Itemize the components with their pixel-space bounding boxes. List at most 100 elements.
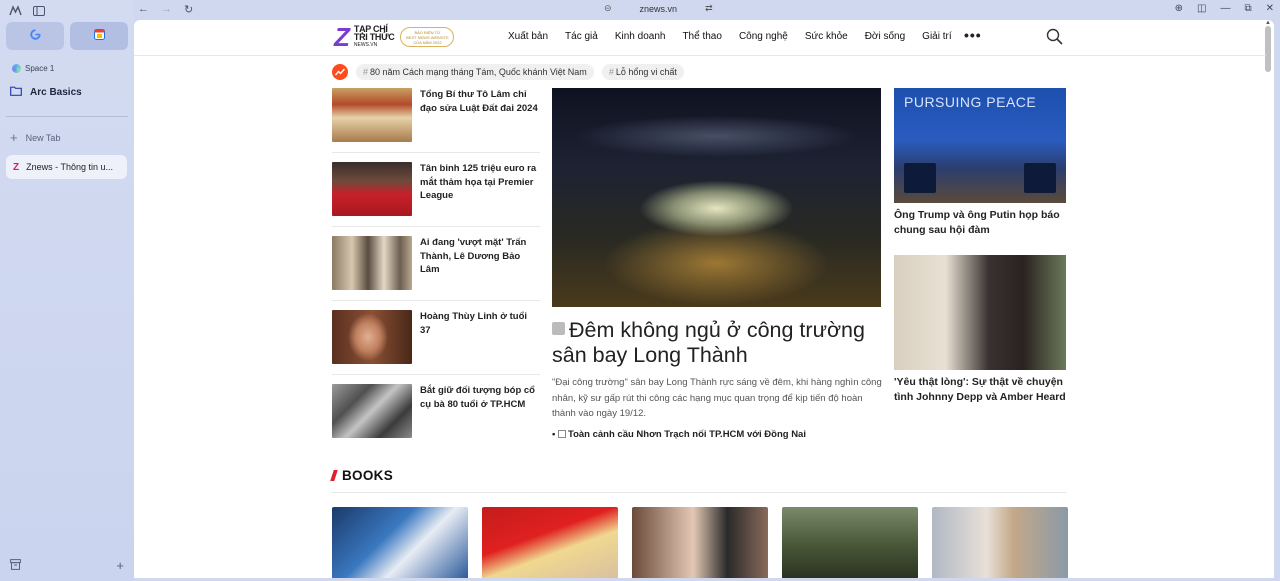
pinned-tab-google[interactable]: [6, 22, 64, 50]
folder-icon: [10, 86, 22, 99]
nav-item-cong-nghe[interactable]: Công nghệ: [739, 31, 788, 42]
list-item[interactable]: Tân binh 125 triệu euro ra mắt thảm họa …: [332, 162, 540, 232]
nav-item-kinh-doanh[interactable]: Kinh doanh: [615, 31, 666, 42]
article-thumbnail[interactable]: [332, 310, 412, 364]
book-card[interactable]: [932, 507, 1068, 578]
hero-description: "Đại công trường" sân bay Long Thành rực…: [552, 377, 882, 419]
reload-icon[interactable]: ↻: [184, 3, 193, 16]
list-item[interactable]: Tổng Bí thư Tô Lâm chỉ đạo sửa Luật Đất …: [332, 88, 540, 158]
list-item[interactable]: Hoàng Thùy Linh ở tuổi 37: [332, 310, 540, 380]
tag-cach-mang[interactable]: #80 năm Cách mạng tháng Tám, Quốc khánh …: [356, 64, 594, 80]
books-carousel: [332, 507, 1068, 578]
minimize-icon[interactable]: —: [1220, 3, 1230, 14]
browser-toolbar: ← → ↻ ⊝ znews.vn ⇄ ⊕ ◫ — ⧉ ✕: [134, 0, 1280, 20]
nav-item-xuat-ban[interactable]: Xuất bản: [508, 31, 548, 42]
hash-icon: #: [608, 67, 614, 77]
window-controls: ⊕ ◫ — ⧉ ✕: [1175, 3, 1274, 14]
divider: [332, 374, 540, 375]
hero-title[interactable]: Đêm không ngủ ở công trường sân bay Long…: [552, 318, 882, 368]
hero-title-text[interactable]: Đêm không ngủ ở công trường sân bay Long…: [552, 318, 865, 367]
article-title[interactable]: Ông Trump và ông Putin họp báo chung sau…: [894, 208, 1066, 238]
site-controls-icon[interactable]: ⇄: [705, 3, 713, 14]
article-title[interactable]: Ai đang 'vượt mặt' Trấn Thành, Lê Dương …: [420, 236, 540, 306]
znews-logo[interactable]: Z TẠP CHÍ TRI THỨC NEWS.VN BÁO ĐIỆN TỬ B…: [334, 24, 455, 50]
tab-title: Znews - Thông tin u...: [26, 162, 113, 172]
back-arrow-icon[interactable]: ←: [138, 3, 149, 16]
url-bar[interactable]: ⊝ znews.vn ⇄: [604, 3, 713, 14]
nav-item-suc-khoe[interactable]: Sức khỏe: [805, 31, 848, 42]
book-card[interactable]: [332, 507, 468, 578]
nav-item-doi-song[interactable]: Đời sống: [865, 31, 905, 42]
nav-item-the-thao[interactable]: Thể thao: [682, 31, 721, 42]
divider: [332, 226, 540, 227]
tag-label: Lỗ hổng vi chất: [615, 67, 677, 77]
sidebar-footer: +: [10, 558, 124, 573]
logo-line2: TRI THỨC: [353, 32, 395, 42]
article-thumbnail[interactable]: [332, 236, 412, 290]
calendar-icon: [93, 27, 105, 45]
sidebar-toggle-icon[interactable]: [32, 4, 46, 18]
related-title[interactable]: Toàn cảnh cầu Nhơn Trạch nối TP.HCM với …: [568, 429, 806, 440]
article-thumbnail[interactable]: PURSUING PEACE: [894, 88, 1066, 203]
right-article[interactable]: PURSUING PEACE Ông Trump và ông Putin họ…: [894, 88, 1066, 238]
award-badge: BÁO ĐIỆN TỬ BEST NEWS WEBSITE CỦA NĂM 20…: [400, 27, 455, 47]
divider: [332, 152, 540, 153]
logo-text: TẠP CHÍ TRI THỨC NEWS.VN: [354, 25, 395, 49]
books-section-title[interactable]: BOOKS: [342, 468, 393, 483]
book-card[interactable]: [632, 507, 768, 578]
nav-item-tac-gia[interactable]: Tác giả: [565, 31, 598, 42]
google-icon: [29, 27, 41, 45]
right-article[interactable]: 'Yêu thật lòng': Sự thật về chuyện tình …: [894, 255, 1066, 405]
restore-icon[interactable]: ⧉: [1244, 3, 1251, 14]
url-text[interactable]: znews.vn: [640, 4, 678, 14]
arc-logo-icon[interactable]: [8, 4, 22, 18]
article-title[interactable]: Bắt giữ đối tượng bóp cổ cụ bà 80 tuổi ở…: [420, 384, 540, 454]
book-card[interactable]: [782, 507, 918, 578]
award-line3: CỦA NĂM 2022: [413, 39, 442, 45]
globe-icon[interactable]: ⊕: [1175, 3, 1183, 14]
list-item[interactable]: Bắt giữ đối tượng bóp cổ cụ bà 80 tuổi ở…: [332, 384, 540, 454]
hero-related-link[interactable]: • Toàn cảnh cầu Nhơn Trạch nối TP.HCM vớ…: [552, 429, 882, 440]
article-thumbnail[interactable]: [332, 162, 412, 216]
hero-image[interactable]: [552, 88, 881, 307]
trending-tags: #80 năm Cách mạng tháng Tám, Quốc khánh …: [332, 64, 684, 80]
sidebar-toolbar: [8, 4, 46, 18]
section-marker-icon: [330, 470, 338, 481]
podium-right: [1024, 163, 1056, 193]
article-title[interactable]: 'Yêu thật lòng': Sự thật về chuyện tình …: [894, 375, 1066, 405]
hash-icon: #: [363, 67, 369, 77]
folder-label: Arc Basics: [30, 87, 82, 98]
split-view-icon[interactable]: ◫: [1197, 3, 1206, 14]
folder-arc-basics[interactable]: Arc Basics: [10, 86, 82, 99]
list-item[interactable]: Ai đang 'vượt mặt' Trấn Thành, Lê Dương …: [332, 236, 540, 306]
sidebar-tab-znews[interactable]: Z Znews - Thông tin u...: [6, 155, 127, 179]
tag-label: 80 năm Cách mạng tháng Tám, Quốc khánh V…: [370, 67, 587, 77]
new-tab-label: New Tab: [25, 132, 61, 143]
plus-icon: +: [10, 130, 18, 145]
tag-lo-hong-vi-chat[interactable]: # Lỗ hổng vi chất: [601, 64, 684, 80]
space-label[interactable]: Space 1: [12, 64, 54, 73]
link-icon[interactable]: ⊝: [604, 3, 612, 14]
article-thumbnail[interactable]: [894, 255, 1066, 370]
new-tab-button[interactable]: + New Tab: [10, 130, 60, 145]
logo-line3: NEWS.VN: [353, 42, 378, 48]
book-card[interactable]: [482, 507, 618, 578]
article-title[interactable]: Tổng Bí thư Tô Lâm chỉ đạo sửa Luật Đất …: [420, 88, 540, 158]
search-icon[interactable]: [1046, 28, 1063, 50]
pinned-tab-calendar[interactable]: [70, 22, 128, 50]
archive-icon[interactable]: [10, 558, 21, 573]
nav-item-giai-tri[interactable]: Giải trí: [922, 31, 951, 42]
article-thumbnail[interactable]: [332, 88, 412, 142]
add-space-icon[interactable]: +: [116, 558, 124, 573]
znews-favicon-icon: Z: [13, 161, 20, 173]
article-title[interactable]: Hoàng Thùy Linh ở tuổi 37: [420, 310, 540, 380]
space-icon: [12, 64, 21, 73]
more-menu-icon[interactable]: •••: [964, 27, 982, 43]
browser-sidebar: Space 1 Arc Basics + New Tab Z Znews - T…: [0, 0, 134, 581]
close-icon[interactable]: ✕: [1266, 3, 1274, 14]
article-thumbnail[interactable]: [332, 384, 412, 438]
article-title[interactable]: Tân binh 125 triệu euro ra mắt thảm họa …: [420, 162, 540, 232]
forward-arrow-icon[interactable]: →: [161, 3, 172, 16]
image-caption: PURSUING PEACE: [904, 94, 1037, 110]
site-header: Z TẠP CHÍ TRI THỨC NEWS.VN BÁO ĐIỆN TỬ B…: [134, 20, 1266, 56]
